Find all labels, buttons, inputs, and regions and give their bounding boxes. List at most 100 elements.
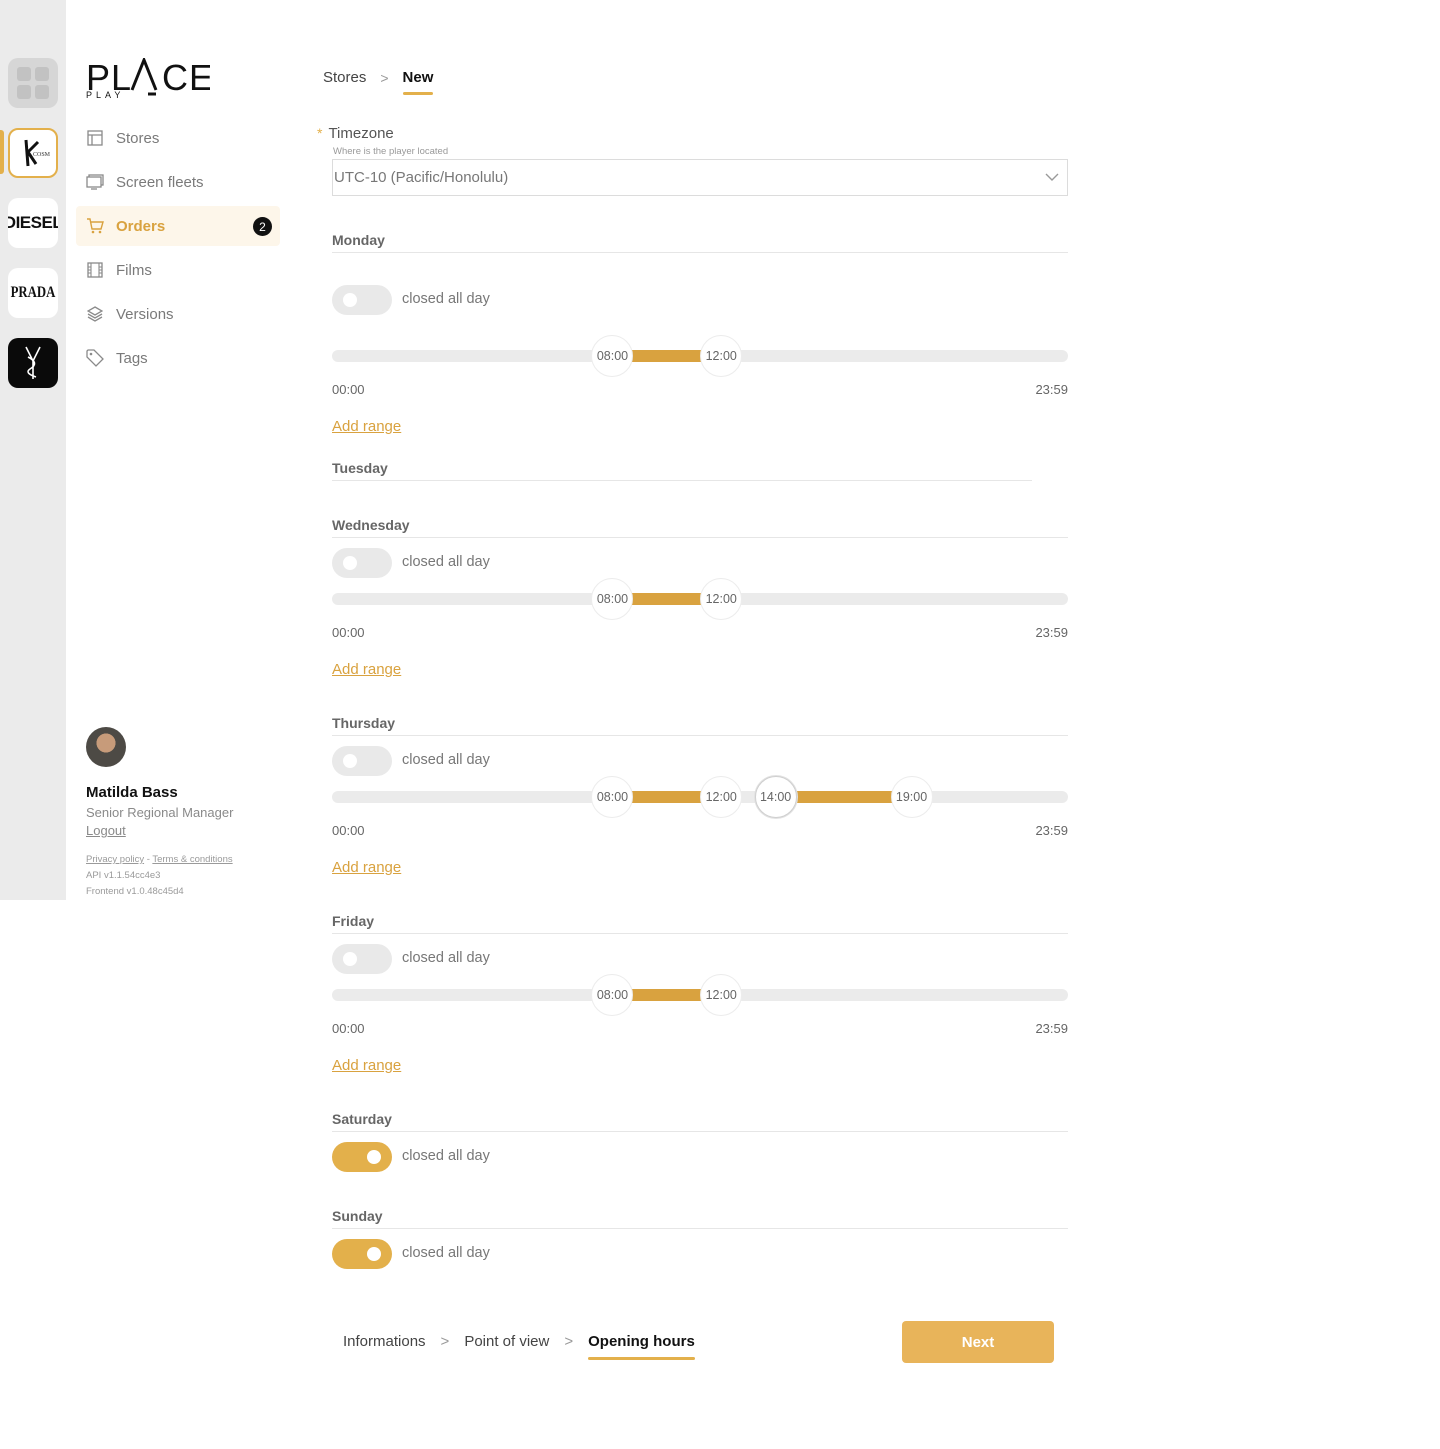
sidebar-item-films[interactable]: Films: [76, 250, 280, 290]
closed-all-day-label: closed all day: [402, 554, 490, 570]
frontend-version: Frontend v1.0.48c45d4: [86, 886, 184, 897]
day-title-saturday: Saturday: [332, 1111, 392, 1127]
range-end-handle[interactable]: 12:00: [700, 776, 743, 818]
closed-all-day-label: closed all day: [402, 1148, 490, 1164]
hours-slider-thursday[interactable]: 08:00 12:00 14:00 19:00: [332, 776, 1068, 818]
day-divider: [332, 1228, 1068, 1229]
brand-prada[interactable]: PRADA: [8, 268, 58, 318]
toggle-knob: [343, 556, 357, 570]
range-end-handle[interactable]: 19:00: [890, 776, 933, 818]
closed-all-day-toggle-wednesday[interactable]: [332, 548, 392, 578]
sidebar-item-label: Orders: [116, 217, 166, 235]
breadcrumb-current: New: [402, 69, 434, 95]
closed-all-day-label: closed all day: [402, 1245, 490, 1261]
all-brands-button[interactable]: [8, 58, 58, 108]
brand-kcosmetics[interactable]: COSMETICS: [8, 128, 58, 178]
range-end-handle[interactable]: 12:00: [700, 974, 743, 1016]
breadcrumb: Stores > New: [323, 69, 434, 95]
range-start-handle[interactable]: 08:00: [591, 974, 634, 1016]
step-point-of-view[interactable]: Point of view: [464, 1333, 549, 1350]
sidebar-item-stores[interactable]: Stores: [76, 118, 280, 158]
closed-all-day-label: closed all day: [402, 752, 490, 768]
closed-all-day-toggle-sunday[interactable]: [332, 1239, 392, 1269]
brand-diesel[interactable]: DIESEL: [8, 198, 58, 248]
chevron-right-icon: >: [564, 1333, 574, 1350]
legal-info: Privacy policy - Terms & conditions API …: [86, 852, 286, 900]
day-divider: [332, 537, 1068, 538]
user-role: Senior Regional Manager: [86, 805, 234, 820]
place-play-logo[interactable]: PL CE PLAY: [86, 55, 216, 100]
next-button[interactable]: Next: [902, 1321, 1054, 1363]
hours-slider-monday[interactable]: 08:00 12:00: [332, 335, 1068, 377]
timezone-label: * Timezone: [317, 125, 394, 142]
add-range-link-thursday[interactable]: Add range: [332, 859, 401, 876]
scale-start-time: 00:00: [332, 1021, 365, 1036]
range-start-handle[interactable]: 08:00: [591, 335, 634, 377]
sidebar: PL CE PLAY Stores Screen fleets Orders 2: [66, 0, 296, 900]
closed-all-day-toggle-thursday[interactable]: [332, 746, 392, 776]
logo-subtitle: PLAY: [86, 90, 125, 100]
add-range-link-friday[interactable]: Add range: [332, 1057, 401, 1074]
svg-text:CE: CE: [162, 58, 210, 98]
ysl-logo: [25, 346, 41, 379]
sidebar-item-label: Versions: [116, 305, 174, 323]
step-opening-hours[interactable]: Opening hours: [588, 1333, 695, 1360]
api-version: API v1.1.54cc4e3: [86, 870, 161, 881]
range-end-handle[interactable]: 12:00: [700, 578, 743, 620]
step-informations[interactable]: Informations: [343, 1333, 426, 1350]
orders-count-badge: 2: [253, 217, 272, 236]
hours-slider-friday[interactable]: 08:00 12:00: [332, 974, 1068, 1016]
toggle-knob: [367, 1150, 381, 1164]
range-start-handle[interactable]: 08:00: [591, 578, 634, 620]
store-icon: [86, 129, 104, 147]
screen-icon: [86, 173, 104, 191]
cart-icon: [86, 217, 104, 235]
day-title-friday: Friday: [332, 913, 375, 929]
scale-end-time: 23:59: [1035, 382, 1068, 397]
sidebar-item-tags[interactable]: Tags: [76, 338, 280, 378]
chevron-right-icon: >: [380, 69, 389, 86]
sidebar-item-label: Screen fleets: [116, 173, 204, 191]
scale-end-time: 23:59: [1035, 625, 1068, 640]
chevron-right-icon: >: [440, 1333, 450, 1350]
day-divider: [332, 933, 1068, 934]
svg-text:COSMETICS: COSMETICS: [33, 152, 50, 158]
closed-all-day-toggle-friday[interactable]: [332, 944, 392, 974]
closed-all-day-label: closed all day: [402, 291, 490, 307]
closed-all-day-toggle-monday[interactable]: [332, 285, 392, 315]
range-start-handle[interactable]: 14:00: [754, 776, 797, 818]
required-mark: *: [317, 125, 323, 141]
day-divider: [332, 735, 1068, 736]
brand-ysl[interactable]: [8, 338, 58, 388]
sidebar-item-label: Films: [116, 261, 152, 279]
diesel-logo: DIESEL: [8, 213, 58, 232]
breadcrumb-stores[interactable]: Stores: [323, 69, 366, 86]
sidebar-item-label: Stores: [116, 129, 160, 147]
timezone-hint: Where is the player located: [333, 146, 449, 157]
scale-end-time: 23:59: [1035, 1021, 1068, 1036]
avatar[interactable]: [86, 727, 126, 767]
hours-slider-wednesday[interactable]: 08:00 12:00: [332, 578, 1068, 620]
sidebar-item-versions[interactable]: Versions: [76, 294, 280, 334]
layers-icon: [86, 305, 104, 323]
brand-rail: COSMETICS DIESEL PRADA: [0, 0, 66, 900]
chevron-down-icon: [1045, 173, 1059, 181]
day-title-tuesday: Tuesday: [332, 460, 388, 476]
sidebar-item-screen-fleets[interactable]: Screen fleets: [76, 162, 280, 202]
toggle-knob: [343, 754, 357, 768]
closed-all-day-toggle-saturday[interactable]: [332, 1142, 392, 1172]
range-start-handle[interactable]: 08:00: [591, 776, 634, 818]
day-title-monday: Monday: [332, 232, 385, 248]
timezone-select[interactable]: UTC-10 (Pacific/Honolulu): [332, 159, 1068, 196]
toggle-knob: [343, 293, 357, 307]
add-range-link-wednesday[interactable]: Add range: [332, 661, 401, 678]
range-end-handle[interactable]: 12:00: [700, 335, 743, 377]
timezone-label-text: Timezone: [328, 125, 394, 142]
film-icon: [86, 261, 104, 279]
privacy-policy-link[interactable]: Privacy policy: [86, 854, 144, 865]
terms-link[interactable]: Terms & conditions: [152, 854, 232, 865]
logout-link[interactable]: Logout: [86, 823, 286, 838]
sidebar-nav: Stores Screen fleets Orders 2 Films Vers…: [76, 118, 280, 382]
sidebar-item-orders[interactable]: Orders 2: [76, 206, 280, 246]
add-range-link-monday[interactable]: Add range: [332, 418, 401, 435]
